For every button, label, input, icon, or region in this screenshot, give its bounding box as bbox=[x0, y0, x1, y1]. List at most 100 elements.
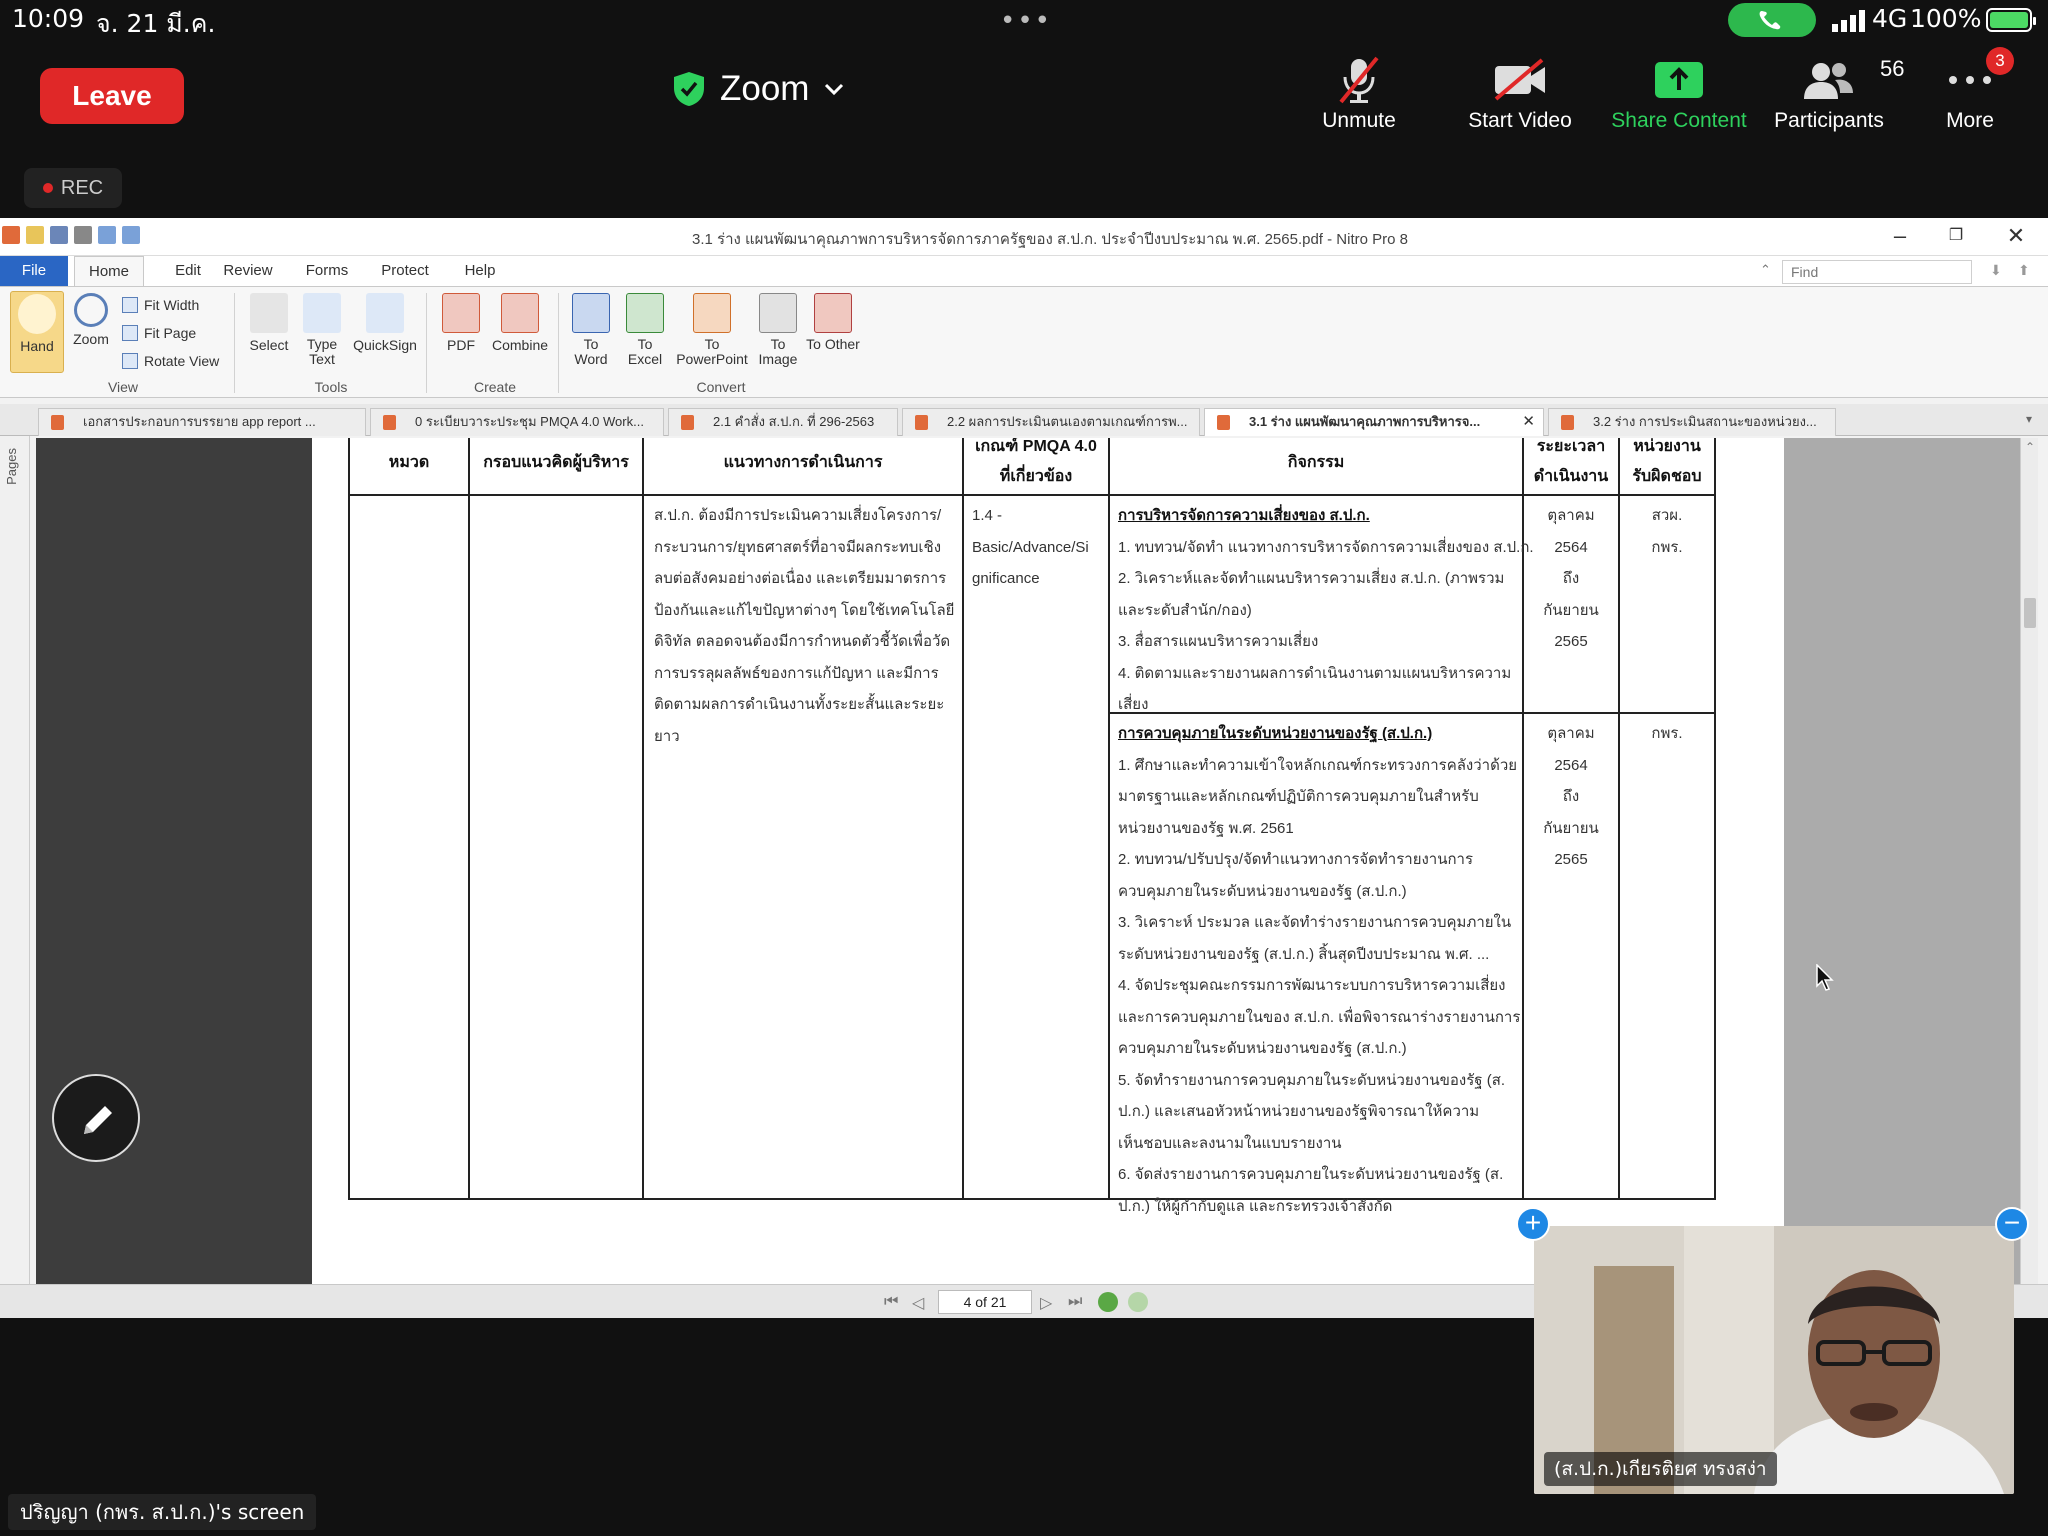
menu-protect[interactable]: Protect bbox=[372, 256, 438, 286]
shield-check-icon bbox=[674, 72, 704, 106]
scrollbar-thumb[interactable] bbox=[2024, 598, 2036, 628]
type-text-button[interactable]: Type Text bbox=[298, 291, 346, 367]
signal-bars-icon bbox=[1832, 10, 1865, 32]
activity-text-line: 4. ติดตามและรายงานผลการดำเนินงานตามแผนบร… bbox=[1118, 664, 1512, 682]
collapse-ribbon-icon[interactable]: ⌃ bbox=[1760, 262, 1771, 278]
approach-text-line: กระบวนการ/ยุทธศาสตร์ที่อาจมีผลกระทบเชิง bbox=[654, 538, 942, 556]
group-label-tools: Tools bbox=[314, 379, 348, 395]
shared-screen-owner-label: ปริญญา (กพร. ส.ป.ก.)'s screen bbox=[8, 1494, 317, 1530]
create-pdf-button[interactable]: PDF bbox=[434, 291, 488, 353]
active-call-pill[interactable] bbox=[1728, 3, 1816, 37]
document-tab[interactable]: 0 ระเบียบวาระประชุม PMQA 4.0 Work... bbox=[370, 408, 664, 436]
menu-home[interactable]: Home bbox=[74, 256, 144, 286]
zoom-tool-button[interactable]: Zoom bbox=[66, 291, 116, 347]
tab-close-icon[interactable]: ✕ bbox=[1522, 409, 1535, 435]
pages-side-panel[interactable]: Pages bbox=[0, 436, 30, 1300]
start-video-label: Start Video bbox=[1468, 109, 1572, 132]
activity-text-line: ระดับหน่วยงานของรัฐ (ส.ป.ก.) สิ้นสุดปีงบ… bbox=[1118, 945, 1490, 963]
menu-forms[interactable]: Forms bbox=[294, 256, 360, 286]
participant-video-tile[interactable]: (ส.ป.ก.)เกียรติยศ ทรงสง่า bbox=[1534, 1226, 2014, 1494]
approach-text-line: ลบต่อสังคมอย่างต่อเนื่อง และเตรียมมาตรกา… bbox=[654, 570, 947, 587]
menu-edit[interactable]: Edit bbox=[156, 256, 220, 286]
fit-width-button[interactable]: Fit Width bbox=[122, 297, 199, 313]
activity-text-line: และการควบคุมภายในของ ส.ป.ก. เพื่อพิจารณา… bbox=[1118, 1008, 1521, 1026]
save-icon[interactable] bbox=[50, 226, 68, 244]
select-tool-button[interactable]: Select bbox=[242, 291, 296, 353]
more-notification-badge: 3 bbox=[1986, 47, 2014, 75]
document-tab-active[interactable]: 3.1 ร่าง แผนพัฒนาคุณภาพการบริหารจ... ✕ bbox=[1204, 408, 1544, 436]
more-button[interactable]: More bbox=[1900, 54, 2040, 134]
participants-button[interactable]: Participants bbox=[1762, 54, 1896, 134]
tab-list-chevron-icon[interactable]: ▾ bbox=[2026, 412, 2032, 426]
activity-text-line: 5. จัดทำรายงานการควบคุมภายในระดับหน่วยงา… bbox=[1118, 1071, 1506, 1089]
find-input[interactable]: Find bbox=[1782, 260, 1972, 284]
to-powerpoint-button[interactable]: To PowerPoint bbox=[672, 291, 752, 367]
find-next-icon[interactable]: ⬇ bbox=[1990, 262, 2002, 279]
more-dots-icon bbox=[1949, 76, 1991, 84]
menu-review[interactable]: Review bbox=[218, 256, 278, 286]
unmute-button[interactable]: Unmute bbox=[1289, 54, 1429, 134]
tab-title: 2.2 ผลการประเมินตนเองตามเกณฑ์การพ... bbox=[947, 414, 1188, 429]
menu-help[interactable]: Help bbox=[448, 256, 512, 286]
share-content-button[interactable]: Share Content bbox=[1604, 54, 1754, 134]
period-text-line: ถึง bbox=[1562, 570, 1580, 587]
print-icon[interactable] bbox=[74, 226, 92, 244]
last-page-icon[interactable]: ⏭ bbox=[1068, 1293, 1082, 1311]
recording-indicator[interactable]: REC bbox=[24, 168, 122, 208]
document-tab[interactable]: 2.1 คำสั่ง ส.ป.ก. ที่ 296-2563 bbox=[668, 408, 898, 436]
minimize-video-button[interactable]: − bbox=[1995, 1207, 2029, 1241]
cursor-select-icon bbox=[250, 293, 288, 333]
minus-icon: − bbox=[2003, 1207, 2021, 1238]
participant-name-label: (ส.ป.ก.)เกียรติยศ ทรงสง่า bbox=[1544, 1452, 1777, 1486]
status-date: จ. 21 มี.ค. bbox=[96, 9, 216, 38]
rotate-view-button[interactable]: Rotate View bbox=[122, 353, 219, 369]
document-viewport[interactable]: หมวด กรอบแนวคิดผู้บริหาร แนวทางการดำเนิน… bbox=[36, 438, 2020, 1298]
start-video-button[interactable]: Start Video bbox=[1448, 54, 1592, 134]
page-number-input[interactable]: 4 of 21 bbox=[938, 1290, 1032, 1314]
pdf-file-icon bbox=[915, 415, 928, 430]
document-tab[interactable]: 2.2 ผลการประเมินตนเองตามเกณฑ์การพ... bbox=[902, 408, 1200, 436]
leave-button[interactable]: Leave bbox=[40, 68, 184, 124]
scroll-up-icon[interactable]: ⌃ bbox=[2025, 440, 2035, 454]
to-other-button[interactable]: To Other bbox=[806, 291, 860, 352]
minimize-icon[interactable]: – bbox=[1878, 222, 1922, 250]
next-page-icon[interactable]: ▷ bbox=[1040, 1293, 1052, 1313]
home-ribbon: Hand Zoom Fit Width Fit Page Rotate View… bbox=[0, 286, 2048, 398]
combine-button[interactable]: Combine bbox=[488, 291, 552, 353]
find-previous-icon[interactable]: ⬆ bbox=[2018, 262, 2030, 279]
document-tab[interactable]: 3.2 ร่าง การประเมินสถานะของหน่วยง... bbox=[1548, 408, 1836, 436]
open-folder-icon[interactable] bbox=[26, 226, 44, 244]
meeting-title-dropdown[interactable]: Zoom bbox=[672, 64, 845, 114]
multitasking-dots-icon[interactable]: ••• bbox=[1000, 6, 1052, 36]
forward-view-icon[interactable] bbox=[1128, 1292, 1148, 1312]
to-other-label: To Other bbox=[806, 336, 860, 352]
back-view-icon[interactable] bbox=[1098, 1292, 1118, 1312]
vertical-scrollbar[interactable]: ⌃ bbox=[2020, 438, 2038, 1298]
ribbon-divider bbox=[558, 293, 559, 393]
table-border bbox=[1714, 438, 1716, 1200]
document-tab[interactable]: เอกสารประกอบการบรรยาย app report ... bbox=[38, 408, 366, 436]
previous-page-icon[interactable]: ◁ bbox=[912, 1293, 924, 1313]
close-icon[interactable]: ✕ bbox=[1994, 222, 2038, 250]
hand-tool-button[interactable]: Hand bbox=[10, 291, 64, 373]
fit-page-button[interactable]: Fit Page bbox=[122, 325, 196, 341]
shared-screen-nitro-window: 3.1 ร่าง แผนพัฒนาคุณภาพการบริหารจัดการภา… bbox=[0, 218, 2048, 1318]
menu-file[interactable]: File bbox=[0, 256, 68, 286]
type-text-label: Type Text bbox=[306, 336, 338, 367]
expand-video-button[interactable]: + bbox=[1516, 1207, 1550, 1241]
restore-icon[interactable]: ❐ bbox=[1934, 222, 1978, 250]
combine-icon bbox=[501, 293, 539, 333]
redo-icon[interactable] bbox=[122, 226, 140, 244]
fit-width-label: Fit Width bbox=[144, 297, 200, 313]
annotate-pen-button[interactable] bbox=[52, 1074, 140, 1162]
quicksign-button[interactable]: QuickSign bbox=[350, 291, 420, 353]
group-label-view: View bbox=[107, 379, 139, 395]
status-time: 10:09 bbox=[12, 4, 85, 33]
to-word-button[interactable]: To Word bbox=[566, 291, 616, 367]
to-excel-button[interactable]: To Excel bbox=[620, 291, 670, 367]
to-image-button[interactable]: To Image bbox=[752, 291, 804, 367]
undo-icon[interactable] bbox=[98, 226, 116, 244]
activity-text-line: ป.ก.) และเสนอหัวหน้าหน่วยงานของรัฐพิจารณ… bbox=[1118, 1103, 1480, 1120]
first-page-icon[interactable]: ⏮ bbox=[884, 1293, 898, 1311]
document-margin bbox=[36, 438, 312, 1298]
